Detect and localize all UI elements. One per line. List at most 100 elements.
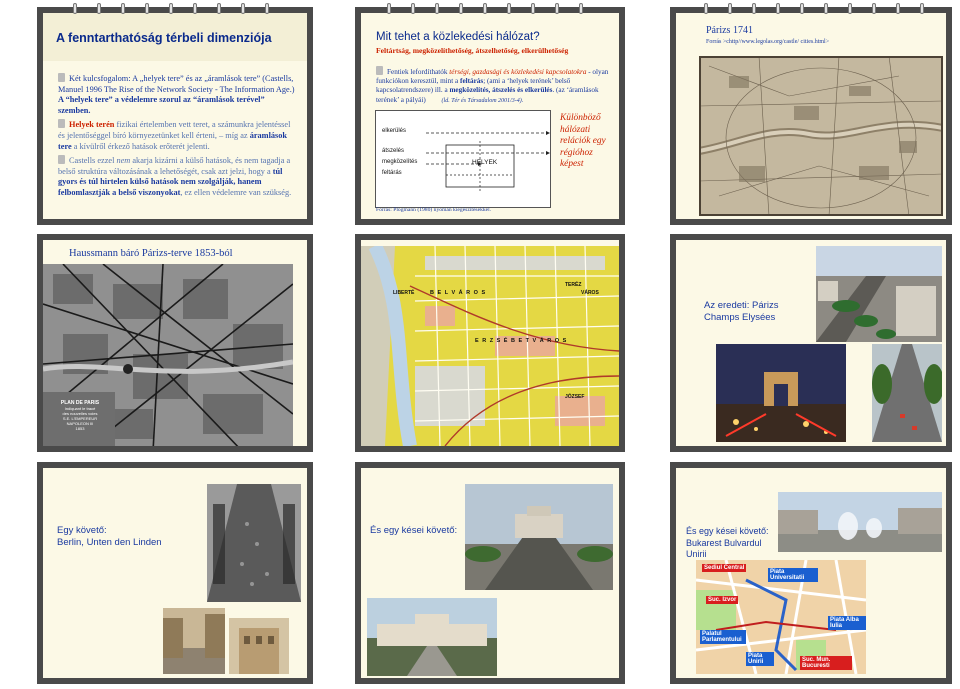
avenue-photo-drawing [465,484,613,590]
slide-9-label-line-1: És egy kései követő: [686,526,769,536]
map-tag-piata-universitatii: Piata Universitatii [768,568,818,582]
slide-2-reference: (ld. Tér és Társadalom 2001/3-4). [441,97,524,104]
binder-ring [435,3,439,14]
map-tag-piata-unirii: Piata Unirii [746,652,774,666]
berlin-crowd-photo [207,484,301,602]
slide-2-subtitle: Feltártság, megközelíthetőség, átszelhet… [376,46,569,55]
bucharest-metro-map: Sediul Central Piata Universitatii Suc. … [696,560,866,674]
binder-ring [241,3,245,14]
fountains-photo-drawing [778,492,942,552]
bullet-icon [58,73,65,82]
slide-1[interactable]: A fenntarthatóság térbeli dimenziója Két… [37,3,313,225]
diagram-label-avoid: elkerülés [382,128,407,134]
slide-9-label: És egy kései követő: Bukarest Bulvardul … [686,526,769,561]
bullet-3: Castells ezzel nem akarja kizárni a küls… [58,155,292,197]
palace-of-parliament-photo [367,598,497,676]
map-word: VÁROS [581,290,599,296]
slide-2-body: Fentiek lefordíthatók térségi, gazdasági… [376,66,609,104]
crowd-photo-drawing [207,484,301,602]
binder-ring [579,3,583,14]
binder-ring [704,3,708,14]
map-tag-sediul-central: Sediul Central [702,564,747,572]
slide-7-label-line-1: Egy követő: [57,525,107,536]
binder-ring [800,3,804,14]
champs-elysees-aerial-photo [816,246,942,342]
budapest-map-drawing [361,246,619,446]
plan-label-line: 1853 [75,426,85,431]
plan-label-box: PLAN DE PARIS Indiquant le tracé des nou… [49,400,111,431]
diagram-center-label: HELYEK [472,159,498,166]
binder-ring [752,3,756,14]
building-drawing [229,618,289,674]
binder-ring [531,3,535,14]
slide-1-body: Két kulcsfogalom: A „helyek tere” és az … [58,73,298,199]
slide-2-side-text: Különböző hálózati relációk egy régióhoz… [560,113,606,169]
slide-6[interactable]: Az eredeti: Párizs Champs Elysées [670,234,952,452]
slide-6-label-line-2: Champs Elysées [704,312,776,323]
slide-8[interactable]: És egy kései követő: [355,462,625,684]
bucharest-fountains-photo [778,492,942,552]
map-word: LIBERTÉ [393,290,415,296]
slide-7[interactable]: Egy követő: Berlin, Unten den Linden [37,462,313,684]
arc-de-triomphe-night-photo [716,344,846,442]
champs-elysees-street-photo [872,344,942,442]
slide-2[interactable]: Mit tehet a közlekedési hálózat? Feltárt… [355,3,625,225]
slide-9-label-line-3: Unirii [686,549,707,559]
slide-9-label-line-2: Bukarest Bulvardul [686,537,762,548]
aerial-photo-drawing [816,246,942,342]
slide-2-title: Mit tehet a közlekedési hálózat? [376,31,540,43]
street-photo-drawing [872,344,942,442]
unter-den-linden-street-photo [163,608,225,674]
bullet-icon [58,155,65,165]
binder-ring [97,3,101,14]
bullet-1: Két kulcsfogalom: A „helyek tere” és az … [58,73,295,115]
bullet-icon [376,66,383,75]
slide-9[interactable]: És egy kései követő: Bukarest Bulvardul … [670,462,952,684]
binder-ring [555,3,559,14]
map-word: TERÉZ [565,282,582,288]
parliament-photo-drawing [367,598,497,676]
slide-3-source: Forrás >chttp//www.legolas.org/castle/ c… [706,39,830,45]
binder-ring [507,3,511,14]
paris-1741-map-image [699,56,943,216]
slide-2-source: Forrás: Plogmann (1980) nyomán kiegészít… [376,207,492,213]
slide-6-label: Az eredeti: Párizs Champs Elysées [704,300,778,324]
binder-ring [776,3,780,14]
street-drawing [163,608,225,674]
slide-8-label: És egy kései követő: [370,525,458,536]
bucharest-parliament-avenue-photo [465,484,613,590]
paris-1741-map-drawing [699,56,943,216]
binder-ring [920,3,924,14]
night-photo-drawing [716,344,846,442]
binder-ring [483,3,487,14]
slide-7-label-line-2: Berlin, Unten den Linden [57,537,162,548]
slide-4-title: Haussmann báró Párizs-terve 1853-ból [69,248,233,259]
slide-3-title: Párizs 1741 [706,25,753,36]
binder-ring [387,3,391,14]
binder-ring [121,3,125,14]
diagram-label-access: megközelítés [382,159,418,165]
map-tag-piata-alba-iulia: Piata Alba Iulia [828,616,866,630]
slide-4[interactable]: Haussmann báró Párizs-terve 1853-ból PLA… [37,234,313,452]
binder-ring [459,3,463,14]
slide-5[interactable]: LIBERTÉ B E L V Á R O S E R Z S É B E T … [355,234,625,452]
binder-ring [411,3,415,14]
unter-den-linden-building-photo [229,618,289,674]
map-word: JÓZSEF [565,394,585,400]
map-tag-suc-mun-bucuresti: Suc. Mun. Bucuresti [800,656,852,670]
binder-ring [896,3,900,14]
bullet-2: Helyek terén fizikai értelemben vett ter… [58,119,291,151]
budapest-map-image: LIBERTÉ B E L V Á R O S E R Z S É B E T … [361,246,619,446]
binder-ring [217,3,221,14]
binder-ring [169,3,173,14]
network-relations-diagram: elkerülés átszelés megközelítés feltárás… [375,110,551,208]
diagram-label-explore: feltárás [382,170,402,176]
slide-3[interactable]: Párizs 1741 Forrás >chttp//www.legolas.o… [670,3,952,225]
binder-ring [728,3,732,14]
binder-ring [824,3,828,14]
map-tag-suc-izvor: Suc. Izvor [706,596,739,604]
slide-6-label-line-1: Az eredeti: Párizs [704,300,779,311]
bullet-icon [58,119,65,129]
binder-ring [848,3,852,14]
binder-ring [193,3,197,14]
